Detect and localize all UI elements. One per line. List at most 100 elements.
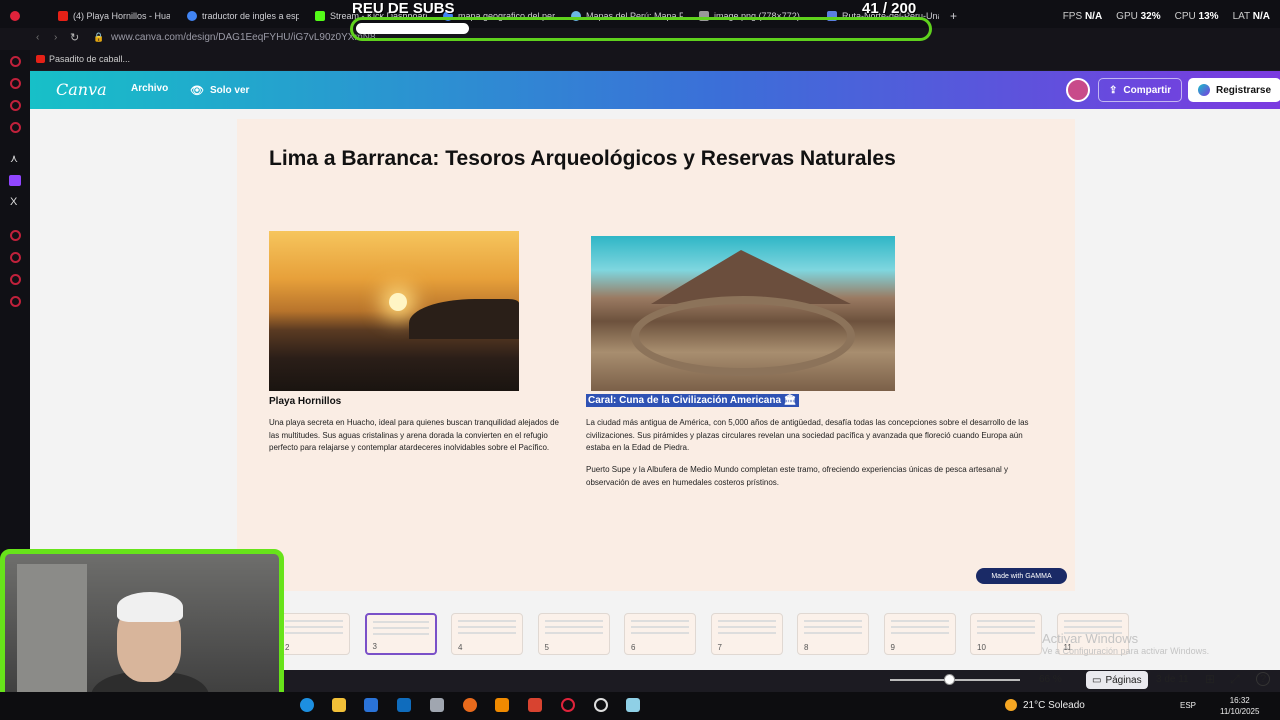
paragraph-puerto-supe: Puerto Supe y la Albufera de Medio Mundo… xyxy=(586,465,1009,487)
share-button[interactable]: ⇪ Compartir xyxy=(1098,78,1183,102)
sidebar-app-icon[interactable] xyxy=(10,230,21,241)
subs-goal-count: 41 / 200 xyxy=(862,0,917,17)
zoom-value[interactable]: 66 % xyxy=(1039,674,1062,685)
page-thumbnail-number: 8 xyxy=(804,643,809,652)
opera-icon[interactable] xyxy=(10,8,24,24)
page-thumbnail-number: 7 xyxy=(717,643,722,652)
edge-icon[interactable] xyxy=(300,698,314,712)
google-icon xyxy=(187,11,197,21)
obs-icon[interactable] xyxy=(594,698,608,712)
clock[interactable]: 16:32 11/10/2025 xyxy=(1220,695,1259,717)
page-thumbnail-number: 2 xyxy=(285,643,290,652)
paragraph-caral: La ciudad más antigua de América, con 5,… xyxy=(586,418,1029,452)
language-indicator[interactable]: ESP xyxy=(1180,701,1196,710)
page-thumbnail[interactable]: 7 xyxy=(710,613,783,655)
vlc-icon[interactable] xyxy=(495,698,509,712)
caral-image[interactable] xyxy=(591,236,895,391)
subs-goal-progress xyxy=(356,23,469,34)
firefox-icon[interactable] xyxy=(463,698,477,712)
slide-title: Lima a Barranca: Tesoros Arqueológicos y… xyxy=(269,147,896,170)
twitch-icon[interactable] xyxy=(9,175,21,186)
cpu-stat: CPU 13% xyxy=(1174,11,1219,22)
paragraph-playa-hornillos: Una playa secreta en Huacho, ideal para … xyxy=(269,418,559,452)
file-menu[interactable]: Archivo xyxy=(131,83,168,94)
new-tab-button[interactable]: + xyxy=(950,8,960,24)
webcam-overlay xyxy=(0,549,284,716)
avatar[interactable] xyxy=(1066,78,1090,102)
app-icon[interactable] xyxy=(528,698,542,712)
youtube-icon xyxy=(58,11,68,21)
lock-icon: 🔒 xyxy=(93,32,105,42)
pages-icon: ▭ xyxy=(1092,674,1102,686)
store-icon[interactable] xyxy=(364,698,378,712)
page-thumbnail-number: 9 xyxy=(890,643,895,652)
page-thumbnail-number: 5 xyxy=(544,643,549,652)
page-thumbnail-number: 10 xyxy=(977,643,986,652)
page-thumbnail[interactable]: 10 xyxy=(970,613,1042,655)
page-thumbnail[interactable]: 8 xyxy=(797,613,869,655)
zoom-slider-handle[interactable] xyxy=(943,674,955,685)
windows-activation-watermark: Activar Windows Ve a Configuración para … xyxy=(1042,631,1210,656)
gpu-stat: GPU 32% xyxy=(1116,11,1161,22)
page-thumbnail[interactable]: 5 xyxy=(537,613,610,655)
zoom-page-bar: 66 % ▭ Páginas 3 de 11 ⊞ ⤢ ? xyxy=(860,669,1280,691)
caption-caral[interactable]: Caral: Cuna de la Civilización Americana… xyxy=(586,394,799,407)
bookmarks-bar: Pasadito de caball... xyxy=(0,50,1280,70)
lat-stat: LAT N/A xyxy=(1232,11,1270,22)
page-thumbnail[interactable]: 9 xyxy=(883,613,956,655)
register-button[interactable]: Registrarse xyxy=(1188,78,1280,102)
sidebar-app-icon[interactable] xyxy=(10,56,21,67)
view-only-button[interactable]: 👁 Solo ver xyxy=(182,78,257,102)
page-thumbnail-number: 6 xyxy=(631,643,636,652)
tab-playa-hornillos[interactable]: (4) Playa Hornillos - Huac xyxy=(58,8,170,24)
grid-view-icon[interactable]: ⊞ xyxy=(1205,672,1215,686)
pages-button[interactable]: ▭ Páginas xyxy=(1086,671,1148,689)
opera-icon[interactable] xyxy=(561,698,575,712)
notepad-icon[interactable] xyxy=(626,698,640,712)
fullscreen-icon[interactable]: ⤢ xyxy=(1230,672,1240,687)
playa-hornillos-image[interactable] xyxy=(269,231,519,391)
performance-stats: FPS N/A GPU 32% CPU 13% LAT N/A xyxy=(1063,11,1270,22)
bookmark-item[interactable]: Pasadito de caball... xyxy=(49,54,130,64)
page-thumbnail-number: 4 xyxy=(458,643,463,652)
sidebar-app-icon[interactable] xyxy=(10,122,21,133)
youtube-icon xyxy=(36,55,45,63)
forward-icon[interactable]: › xyxy=(54,32,57,43)
tab-traductor[interactable]: traductor de ingles a esp xyxy=(187,8,299,24)
eye-icon: 👁 xyxy=(190,84,204,97)
canva-header: Canva Archivo 👁 Solo ver ⇪ Compartir Reg… xyxy=(30,71,1280,109)
canva-logo[interactable]: Canva xyxy=(56,80,107,99)
fps-stat: FPS N/A xyxy=(1062,11,1103,22)
reload-icon[interactable]: ↻ xyxy=(70,31,79,44)
page-thumbnail[interactable]: 2 xyxy=(278,613,350,655)
sidebar-app-icon[interactable] xyxy=(10,274,21,285)
url-field[interactable]: www.canva.com/design/DAG1EeqFYHU/iG7vL90… xyxy=(111,32,384,43)
caption-playa-hornillos: Playa Hornillos xyxy=(269,396,342,407)
canva-icon xyxy=(1198,84,1210,96)
kick-icon[interactable]: ⋏ xyxy=(10,152,18,165)
page-thumbnail[interactable]: 4 xyxy=(451,613,523,655)
upload-icon: ⇪ xyxy=(1109,84,1118,96)
weather-widget[interactable]: 21°C Soleado xyxy=(1005,699,1085,711)
windows-taskbar: 21°C Soleado ESP 16:32 11/10/2025 xyxy=(0,692,1280,720)
page-thumbnail[interactable]: 3 xyxy=(364,613,437,655)
back-icon[interactable]: ‹ xyxy=(36,32,39,43)
sidebar-app-icon[interactable] xyxy=(10,100,21,111)
sidebar-app-icon[interactable] xyxy=(10,252,21,263)
outlook-icon[interactable] xyxy=(397,698,411,712)
subs-goal-title: REU DE SUBS xyxy=(352,0,455,17)
page-count: 3 de 11 xyxy=(1156,674,1189,685)
gamma-badge[interactable]: Made with GAMMA xyxy=(976,568,1067,584)
page-thumbnail-number: 3 xyxy=(372,642,377,651)
sidebar-app-icon[interactable] xyxy=(10,78,21,89)
zoom-slider[interactable] xyxy=(890,679,1020,681)
kick-icon xyxy=(315,11,325,21)
page-thumbnail[interactable]: 6 xyxy=(624,613,696,655)
folder-icon[interactable] xyxy=(332,698,346,712)
app-icon[interactable] xyxy=(430,698,444,712)
x-icon[interactable]: X xyxy=(10,196,17,208)
settings-icon[interactable] xyxy=(10,296,21,307)
help-icon[interactable]: ? xyxy=(1256,672,1270,686)
sun-icon xyxy=(1005,699,1017,711)
slide[interactable]: Lima a Barranca: Tesoros Arqueológicos y… xyxy=(237,119,1075,591)
